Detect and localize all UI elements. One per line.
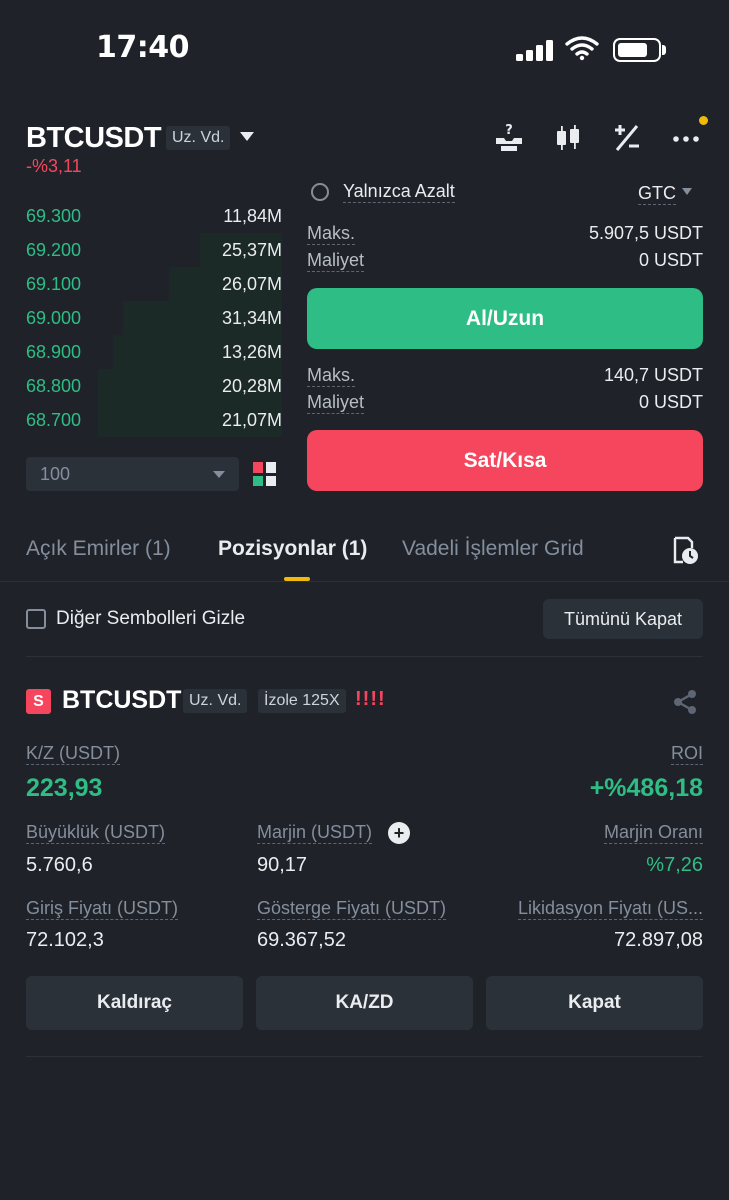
size-value: 5.760,6	[26, 854, 93, 876]
roi-label[interactable]: ROI	[670, 743, 703, 765]
orderbook-price: 69.100	[26, 273, 82, 294]
tab-divider	[0, 581, 729, 582]
sell-short-button[interactable]: Sat/Kısa	[307, 430, 703, 491]
close-position-button[interactable]: Kapat	[486, 976, 703, 1030]
depth-select-value: 100	[40, 463, 71, 484]
battery-icon	[613, 38, 661, 62]
orderbook-row[interactable]: 69.200 25,37M	[26, 233, 282, 267]
status-time: 17:40	[96, 30, 190, 65]
leverage-button[interactable]: Kaldıraç	[26, 976, 243, 1030]
orderbook-price: 69.300	[26, 205, 82, 226]
orderbook-row[interactable]: 69.300 11,84M	[26, 199, 282, 233]
orderbook-quantity: 20,28M	[221, 375, 282, 396]
tab-positions[interactable]: Pozisyonlar (1)	[218, 537, 367, 561]
mark-price-value: 69.367,52	[257, 929, 346, 951]
orderbook-price: 68.800	[26, 375, 82, 396]
entry-price-value: 72.102,3	[26, 929, 104, 951]
risk-indicator: !!!!	[355, 688, 386, 710]
tab-open-orders[interactable]: Açık Emirler (1)	[26, 537, 171, 561]
orderbook-row[interactable]: 69.000 31,34M	[26, 301, 282, 335]
buy-cost-value: 0 USDT	[638, 250, 703, 270]
margin-label[interactable]: Marjin (USDT)	[257, 822, 372, 844]
hide-other-symbols-label[interactable]: Diğer Sembolleri Gizle	[56, 608, 245, 630]
size-label[interactable]: Büyüklük (USDT)	[26, 822, 166, 844]
pnl-value: 223,93	[26, 774, 103, 802]
divider	[26, 1056, 703, 1057]
position-margin-tag: İzole 125X	[258, 689, 346, 713]
reduce-only-clip: Yalnızca Azalt	[343, 177, 455, 205]
depth-select[interactable]: 100	[26, 457, 239, 491]
orderbook-row[interactable]: 68.700 21,07M	[26, 403, 282, 437]
buy-long-button[interactable]: Al/Uzun	[307, 288, 703, 349]
tp-sl-button[interactable]: KA/ZD	[256, 976, 473, 1030]
buy-max-label: Maks.	[307, 223, 356, 245]
svg-text:?: ?	[505, 123, 513, 138]
orderbook-price: 69.200	[26, 239, 82, 260]
orderbook-quantity: 13,26M	[221, 341, 282, 362]
mark-price-label[interactable]: Gösterge Fiyatı (USDT)	[257, 898, 447, 920]
add-margin-icon[interactable]: +	[388, 822, 410, 844]
reduce-only-radio[interactable]	[311, 183, 329, 201]
divider	[26, 656, 703, 657]
time-in-force-select[interactable]: GTC	[638, 177, 692, 205]
history-icon[interactable]	[672, 536, 700, 571]
buy-max-value: 5.907,5 USDT	[588, 223, 703, 243]
candlestick-icon[interactable]	[550, 120, 586, 156]
chevron-down-icon	[213, 470, 225, 478]
question-tray-icon[interactable]: ?	[491, 120, 527, 156]
sell-max-label: Maks.	[307, 365, 356, 387]
orderbook-quantity: 26,07M	[221, 273, 282, 294]
orderbook-price: 68.900	[26, 341, 82, 362]
orderbook-row[interactable]: 68.900 13,26M	[26, 335, 282, 369]
chevron-down-icon[interactable]	[240, 132, 254, 141]
close-all-button[interactable]: Tümünü Kapat	[543, 599, 703, 639]
chevron-down-icon	[682, 187, 692, 195]
notification-dot	[699, 116, 708, 125]
orderbook-layout-icon[interactable]	[253, 462, 277, 486]
margin-ratio-value: %7,26	[646, 854, 703, 876]
price-change: -%3,11	[26, 156, 82, 176]
position-contract-tag: Uz. Vd.	[183, 689, 248, 713]
reduce-only-label[interactable]: Yalnızca Azalt	[343, 181, 455, 203]
contract-type-tag: Uz. Vd.	[166, 126, 231, 150]
time-in-force-value: GTC	[638, 183, 676, 205]
short-side-badge: S	[26, 689, 51, 714]
hide-other-symbols-checkbox[interactable]	[26, 609, 46, 629]
symbol-title[interactable]: BTCUSDT	[26, 122, 162, 155]
liquidation-price-label[interactable]: Likidasyon Fiyatı (US...	[517, 898, 703, 920]
buy-cost-label: Maliyet	[307, 250, 365, 272]
orderbook-quantity: 11,84M	[223, 205, 282, 226]
tab-futures-grid[interactable]: Vadeli İşlemler Grid	[402, 537, 584, 561]
orderbook-row[interactable]: 68.800 20,28M	[26, 369, 282, 403]
percent-icon[interactable]	[609, 120, 645, 156]
entry-price-label[interactable]: Giriş Fiyatı (USDT)	[26, 898, 178, 920]
position-symbol[interactable]: BTCUSDT	[62, 686, 181, 715]
orderbook-quantity: 21,07M	[221, 409, 282, 430]
more-icon[interactable]	[668, 120, 704, 156]
orderbook-quantity: 25,37M	[221, 239, 282, 260]
orderbook-price: 68.700	[26, 409, 82, 430]
orderbook-quantity: 31,34M	[221, 307, 282, 328]
sell-max-value: 140,7 USDT	[603, 365, 703, 385]
orderbook-row[interactable]: 69.100 26,07M	[26, 267, 282, 301]
sell-cost-value: 0 USDT	[638, 392, 703, 412]
margin-value: 90,17	[257, 854, 308, 876]
orderbook-price: 69.000	[26, 307, 82, 328]
share-icon[interactable]	[671, 688, 699, 721]
pnl-label[interactable]: K/Z (USDT)	[26, 743, 120, 765]
wifi-icon	[565, 35, 599, 66]
cellular-signal-icon	[516, 39, 554, 61]
liquidation-price-value: 72.897,08	[614, 929, 703, 951]
sell-cost-label: Maliyet	[307, 392, 365, 414]
battery-nub	[662, 45, 666, 55]
margin-ratio-label[interactable]: Marjin Oranı	[603, 822, 703, 844]
roi-value: +%486,18	[589, 774, 703, 802]
